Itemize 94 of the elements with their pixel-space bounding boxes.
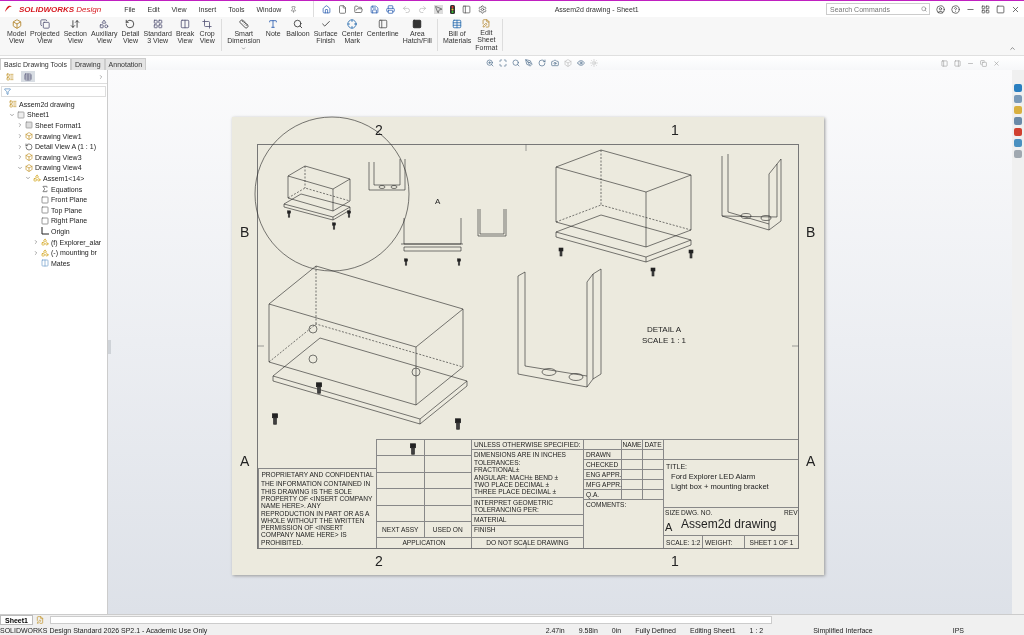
edit-file-icon [481, 19, 492, 28]
account-icon[interactable] [936, 4, 945, 14]
zoom-fit-icon[interactable] [499, 59, 508, 67]
panel-icon[interactable] [462, 4, 472, 14]
select-icon[interactable] [434, 4, 444, 14]
eye-icon[interactable] [577, 59, 586, 67]
caret-icon[interactable] [32, 239, 39, 245]
new-file-icon[interactable] [338, 4, 348, 14]
mates-icon [41, 259, 49, 268]
caret-icon[interactable] [16, 154, 23, 161]
magnifier-icon [292, 19, 303, 29]
crop-icon [202, 19, 213, 29]
camera-icon[interactable] [551, 59, 560, 67]
pin-icon[interactable] [290, 5, 298, 13]
bracket-profile-drawing [477, 208, 507, 237]
caret-icon[interactable] [16, 122, 23, 129]
bracket-drawing [368, 158, 406, 191]
panel-handle[interactable] [108, 340, 111, 354]
zoom-icon[interactable] [486, 59, 495, 67]
tile-icon[interactable] [981, 4, 990, 14]
panel-right-icon[interactable] [954, 59, 961, 67]
caret-icon[interactable] [16, 143, 23, 150]
detail-label: A [435, 197, 441, 206]
zone-label: B [806, 224, 816, 240]
crosshair-icon [347, 19, 358, 29]
redo-icon[interactable] [418, 4, 428, 14]
close-icon[interactable] [1011, 4, 1020, 14]
circular-arrow-icon [25, 142, 33, 151]
panel-left-icon[interactable] [941, 59, 948, 67]
table-icon [452, 19, 463, 29]
origin-icon [41, 227, 49, 236]
filled-square-icon [412, 19, 423, 29]
check-icon [320, 19, 331, 29]
type-icon [268, 19, 279, 29]
size-value: A [665, 521, 673, 533]
caret-icon[interactable] [8, 111, 15, 118]
part-icon [41, 238, 49, 246]
zone-label: A [806, 453, 816, 469]
zone-label: 2 [375, 122, 383, 138]
arrows-icon [70, 19, 81, 29]
assembly-icon [33, 174, 41, 183]
add-sheet-icon[interactable] [35, 616, 44, 624]
drawing-icon [9, 100, 17, 109]
save-icon[interactable] [370, 4, 380, 14]
caret-icon[interactable] [16, 164, 23, 171]
panel-icon [377, 19, 388, 29]
enclosure-drawing [283, 165, 351, 230]
home-icon[interactable] [322, 4, 332, 14]
shapes-icon [99, 19, 110, 29]
zone-label: 1 [671, 553, 679, 569]
search-icon[interactable] [512, 59, 521, 67]
detail-caption: SCALE 1 : 1 [642, 335, 687, 346]
traffic-light-icon[interactable] [450, 4, 456, 14]
rotate-icon[interactable] [538, 59, 547, 67]
sigma-icon [41, 185, 49, 194]
filter-icon [4, 88, 11, 95]
zone-label: A [240, 453, 250, 469]
zone-label: 2 [375, 553, 383, 569]
copy-icon [39, 19, 50, 29]
collapse-icon[interactable] [1009, 45, 1016, 52]
print-icon[interactable] [386, 4, 396, 14]
help-icon[interactable] [951, 4, 960, 14]
app-logo: SOLIDWORKS Design [19, 4, 102, 14]
zone-label: 1 [671, 122, 679, 138]
expand-icon[interactable] [98, 73, 104, 80]
search-icon [921, 6, 927, 12]
caret-icon[interactable] [24, 175, 31, 182]
cube-icon[interactable] [564, 59, 573, 67]
cube-icon [11, 19, 22, 29]
restore-icon[interactable] [980, 59, 987, 67]
zone-label: B [240, 224, 250, 240]
scrollbar[interactable] [49, 616, 772, 624]
grid-icon [152, 19, 163, 29]
maximize-icon[interactable] [996, 4, 1005, 14]
undo-icon[interactable] [402, 4, 412, 14]
columns-icon [180, 19, 191, 29]
panel-tab[interactable] [21, 71, 35, 82]
filter-field[interactable] [1, 86, 106, 97]
view-icon [25, 132, 33, 141]
detail-caption: DETAIL A [646, 324, 682, 335]
sun-icon[interactable] [590, 59, 599, 67]
caret-icon[interactable] [16, 133, 23, 140]
drawing-number: Assem2d drawing [681, 516, 777, 532]
logo-icon [4, 5, 13, 13]
pen-icon[interactable] [525, 59, 534, 67]
caret-icon[interactable] [32, 249, 39, 256]
panel-tab[interactable] [3, 71, 17, 82]
part-icon [41, 248, 49, 257]
circular-arrow-icon [125, 19, 136, 29]
settings-icon[interactable] [478, 4, 488, 14]
ruler-icon [238, 19, 249, 29]
caret-icon[interactable] [241, 45, 247, 51]
open-icon[interactable] [354, 4, 364, 14]
front-view-drawing [400, 217, 464, 266]
